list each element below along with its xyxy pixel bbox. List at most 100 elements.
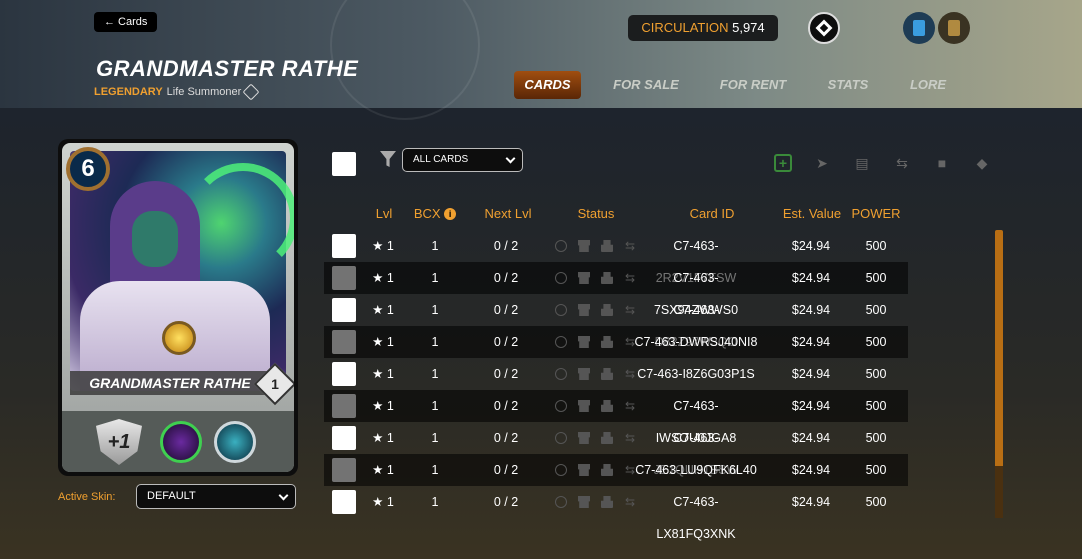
clock-icon <box>555 304 567 316</box>
column-header-est-value: Est. Value <box>782 206 842 221</box>
table-row[interactable]: ★ 1 1 0 / 2 C7-463-7SX94ZWWS0 $24.94 500 ⇆ <box>324 262 908 317</box>
cell-card-id[interactable]: C7-463-I8Z6G03P1S <box>634 358 758 390</box>
combine-plus-icon[interactable]: + <box>774 154 792 172</box>
transfer-icon: ⇆ <box>624 463 636 477</box>
transfer-icon: ⇆ <box>624 335 636 349</box>
cell-power: 500 <box>865 303 887 317</box>
market-icon <box>578 304 590 316</box>
cell-card-id[interactable]: C7-463-JE1QUH1BSW <box>634 422 758 477</box>
cell-card-id[interactable]: C7-463-LU9QFK6L40 <box>634 454 758 486</box>
card-subtitle: LEGENDARY Life Summoner <box>94 83 260 101</box>
clock-icon <box>555 464 567 476</box>
cell-bcx: 1 <box>431 303 439 317</box>
column-header-next-lvl: Next Lvl <box>484 206 532 221</box>
tab-for-sale[interactable]: FOR SALE <box>608 71 684 99</box>
column-header-status: Status <box>577 206 615 221</box>
cell-card-id[interactable]: C7-463-LX81FQ3XNK <box>634 486 758 541</box>
cell-bcx: 1 <box>431 399 439 413</box>
tab-stats[interactable]: STATS <box>824 71 872 99</box>
active-skin-label: Active Skin: <box>58 491 116 503</box>
table-row[interactable]: ★ 1 1 0 / 2 C7-463-D82Z97W3QO $24.94 500 ⇆ <box>324 294 908 349</box>
life-splinter-emblem <box>162 321 196 355</box>
table-row[interactable]: ★ 1 1 0 / 2 C7-463-I8Z6G03P1S $24.94 500 ⇆ <box>324 358 908 390</box>
table-row[interactable]: ★ 1 1 0 / 2 C7-463-LX81FQ3XNK $24.94 500 ⇆ <box>324 486 908 541</box>
column-header-card-id: Card ID <box>689 206 735 221</box>
table-row[interactable]: ★ 1 1 0 / 2 C7-463-LU9QFK6L40 $24.94 500 ⇆ <box>324 454 908 486</box>
table-row[interactable]: ★ 1 1 0 / 2 C7-463-DWRSJ40NI8 $24.94 500 ⇆ <box>324 326 908 358</box>
market-icon <box>578 368 590 380</box>
regular-foil-toggle[interactable] <box>903 12 935 44</box>
burn-icon[interactable]: ◆ <box>973 154 991 172</box>
card-image: 6 GRANDMASTER RATHE 1 +1 <box>58 139 298 476</box>
cell-level: ★ 1 <box>372 495 394 509</box>
cell-power: 500 <box>865 463 887 477</box>
cell-level: ★ 1 <box>372 271 394 285</box>
page-header: ← Cards GRANDMASTER RATHE LEGENDARY Life… <box>0 0 1082 120</box>
table-row[interactable]: ★ 1 1 0 / 2 C7-463-IWSOU0JGA8 $24.94 500 ⇆ <box>324 390 908 445</box>
gold-foil-toggle[interactable] <box>938 12 970 44</box>
table-row[interactable]: ★ 1 1 0 / 2 C7-463-JE1QUH1BSW $24.94 500 ⇆ <box>324 422 908 477</box>
active-skin-select[interactable]: DEFAULT <box>136 484 296 509</box>
active-skin-value: DEFAULT <box>147 490 196 502</box>
bcx-header-label: BCX <box>413 206 441 221</box>
tab-for-rent[interactable]: FOR RENT <box>716 71 790 99</box>
chevron-down-icon <box>278 490 289 501</box>
clock-icon <box>555 368 567 380</box>
tab-lore[interactable]: LORE <box>906 71 950 99</box>
card-name-banner: GRANDMASTER RATHE <box>70 371 270 395</box>
scrollbar-track[interactable] <box>995 466 1003 518</box>
cell-level: ★ 1 <box>372 367 394 381</box>
card-level: 1 <box>271 376 279 392</box>
cell-est-value: $24.94 <box>791 303 831 317</box>
circulation-value: 5,974 <box>732 20 765 35</box>
transfer-icon[interactable]: ⇆ <box>893 154 911 172</box>
cell-next-level: 0 / 2 <box>493 239 519 253</box>
lock-icon <box>601 336 613 348</box>
edition-logo-icon <box>808 12 840 44</box>
tab-cards[interactable]: CARDS <box>514 71 581 99</box>
send-icon[interactable]: ➤ <box>813 154 831 172</box>
card-filter-select[interactable]: ALL CARDS <box>402 148 523 172</box>
cell-est-value: $24.94 <box>791 271 831 285</box>
cell-level: ★ 1 <box>372 399 394 413</box>
cell-card-id[interactable]: C7-463-2R2V1F7FSW <box>634 230 758 285</box>
cell-card-id[interactable]: C7-463-7SX94ZWWS0 <box>634 262 758 317</box>
cell-power: 500 <box>865 431 887 445</box>
cell-card-id[interactable]: C7-463-IWSOU0JGA8 <box>634 390 758 445</box>
lock-icon[interactable]: ■ <box>933 154 951 172</box>
back-to-cards-button[interactable]: ← Cards <box>94 12 158 32</box>
lock-icon <box>601 272 613 284</box>
info-icon[interactable]: i <box>444 208 457 220</box>
column-header-power: POWER <box>851 206 901 221</box>
cell-bcx: 1 <box>431 367 439 381</box>
lock-icon <box>601 368 613 380</box>
cell-next-level: 0 / 2 <box>493 367 519 381</box>
lock-icon <box>601 304 613 316</box>
clock-icon <box>555 336 567 348</box>
ability-cleanse-icon <box>214 421 256 463</box>
market-icon[interactable]: ▤ <box>853 154 871 172</box>
cell-card-id[interactable]: C7-463-DWRSJ40NI8 <box>634 326 758 358</box>
cell-level: ★ 1 <box>372 335 394 349</box>
chevron-down-icon <box>505 153 516 164</box>
cell-level: ★ 1 <box>372 303 394 317</box>
cell-power: 500 <box>865 367 887 381</box>
cell-bcx: 1 <box>431 335 439 349</box>
rarity-label: LEGENDARY <box>94 86 163 98</box>
transfer-icon: ⇆ <box>624 431 636 445</box>
cell-card-id[interactable]: C7-463-D82Z97W3QO <box>634 294 758 349</box>
cell-est-value: $24.94 <box>791 463 831 477</box>
cell-next-level: 0 / 2 <box>493 495 519 509</box>
cell-est-value: $24.94 <box>791 495 831 509</box>
card-icon <box>913 20 925 36</box>
cell-next-level: 0 / 2 <box>493 303 519 317</box>
ability-shield-icon <box>160 421 202 463</box>
table-row[interactable]: ★ 1 1 0 / 2 C7-463-2R2V1F7FSW $24.94 500 ⇆ <box>324 230 908 285</box>
filter-icon <box>380 151 396 167</box>
cell-power: 500 <box>865 271 887 285</box>
cell-est-value: $24.94 <box>791 367 831 381</box>
lock-icon <box>601 432 613 444</box>
select-all-checkbox[interactable] <box>332 152 356 176</box>
clock-icon <box>555 432 567 444</box>
cell-est-value: $24.94 <box>791 399 831 413</box>
